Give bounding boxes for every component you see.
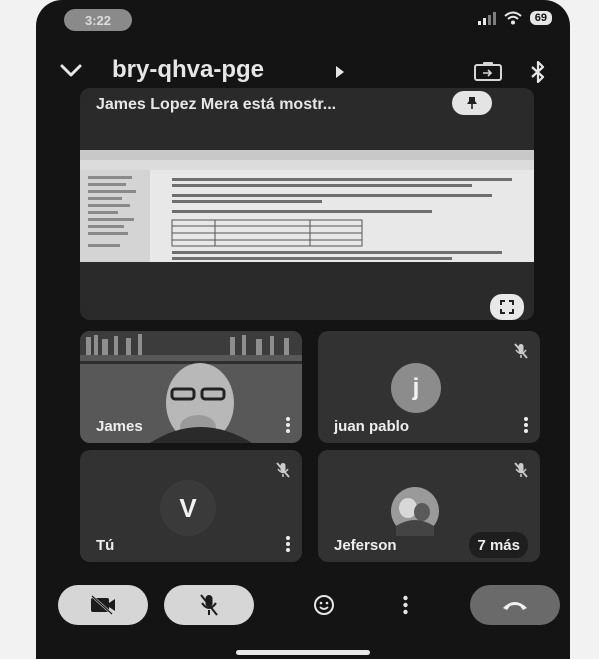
signal-icon	[477, 11, 496, 25]
mic-off-icon	[276, 462, 290, 478]
mic-off-icon	[514, 462, 528, 478]
call-controls	[36, 585, 570, 633]
mic-off-icon	[514, 343, 528, 359]
more-options-button[interactable]	[380, 585, 430, 625]
participant-name: Tú	[96, 537, 115, 554]
presentation-label: James Lopez Mera está mostr...	[96, 96, 337, 113]
mic-off-icon	[200, 594, 218, 616]
emoji-icon	[314, 595, 334, 615]
more-participants-button[interactable]: 7 más	[469, 532, 528, 558]
presentation-tile[interactable]: James Lopez Mera está mostr...	[80, 88, 534, 320]
wifi-icon	[504, 11, 522, 25]
triangle-right-icon[interactable]	[336, 66, 344, 78]
status-time: 3:22	[64, 9, 132, 31]
meet-screen: 3:22 69 bry-qhva-pge James Lopez Mera es…	[36, 0, 570, 659]
status-icons: 69	[477, 11, 552, 25]
pin-icon	[467, 97, 477, 109]
shared-screen-content	[80, 150, 534, 262]
fullscreen-icon	[500, 300, 514, 314]
shared-document-preview	[80, 150, 534, 262]
meeting-header: bry-qhva-pge	[36, 52, 570, 92]
bluetooth-icon[interactable]	[530, 61, 546, 83]
more-vert-icon	[402, 595, 408, 615]
home-indicator	[236, 650, 370, 655]
more-vert-icon[interactable]	[286, 536, 290, 552]
meeting-code[interactable]: bry-qhva-pge	[112, 56, 264, 84]
participant-name: Jeferson	[334, 537, 397, 554]
avatar: j	[391, 363, 441, 413]
more-vert-icon[interactable]	[524, 417, 528, 433]
participant-tile-jeferson[interactable]: Jeferson 7 más	[318, 450, 540, 562]
participant-tile-james[interactable]: James	[80, 331, 302, 443]
camera-toggle-button[interactable]	[58, 585, 148, 625]
end-call-button[interactable]	[470, 585, 560, 625]
participant-name: juan pablo	[334, 418, 409, 435]
end-call-icon	[503, 602, 527, 610]
battery-indicator: 69	[529, 11, 552, 25]
participant-tile-juan-pablo[interactable]: j juan pablo	[318, 331, 540, 443]
reactions-button[interactable]	[294, 585, 354, 625]
camera-off-icon	[91, 595, 115, 615]
camera-switch-icon[interactable]	[473, 62, 503, 82]
mic-toggle-button[interactable]	[164, 585, 254, 625]
avatar-photo	[391, 487, 439, 536]
more-vert-icon[interactable]	[286, 417, 290, 433]
participant-tile-self[interactable]: V Tú	[80, 450, 302, 562]
avatar: V	[160, 480, 216, 536]
participant-name: James	[96, 418, 143, 435]
pin-button[interactable]	[452, 91, 492, 115]
fullscreen-button[interactable]	[490, 294, 524, 320]
chevron-down-icon[interactable]	[60, 64, 82, 78]
